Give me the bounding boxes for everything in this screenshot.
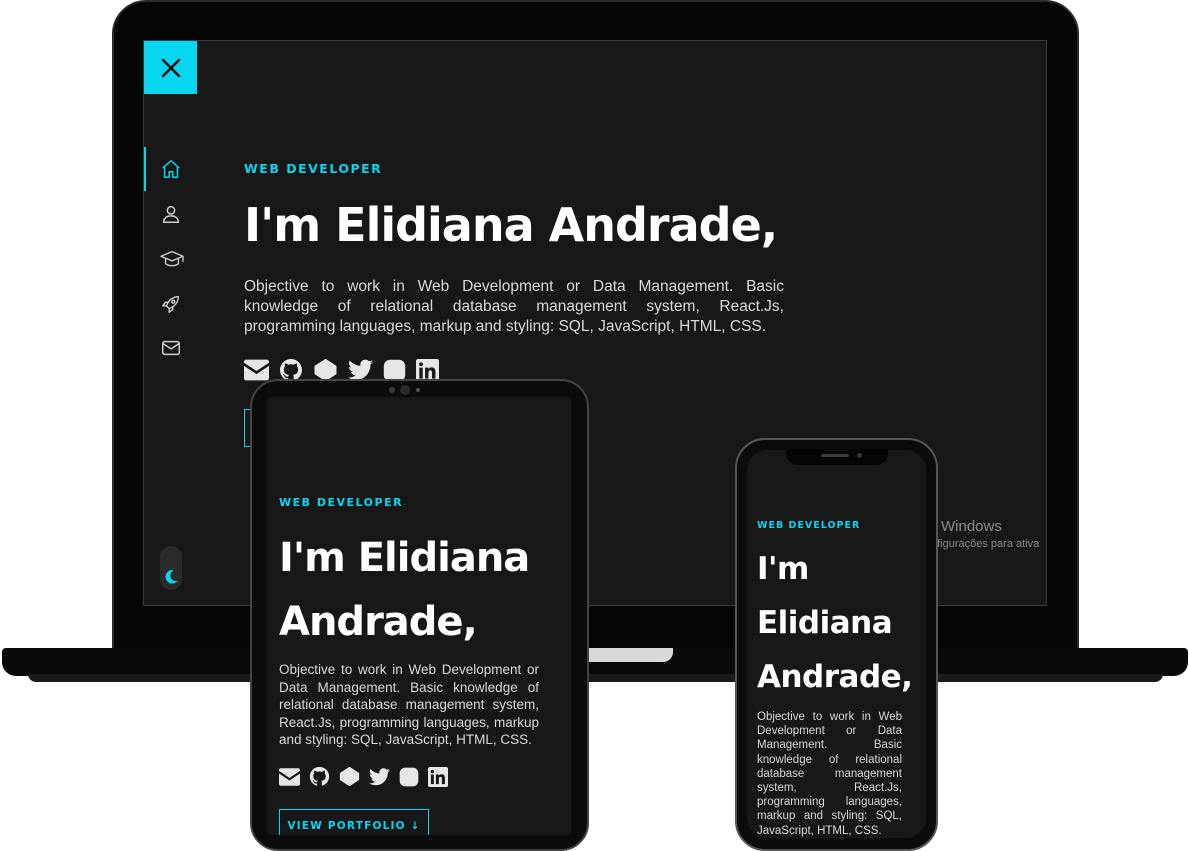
rocket-icon bbox=[162, 295, 180, 313]
nav-projects[interactable] bbox=[160, 293, 182, 315]
nav-education[interactable] bbox=[160, 248, 184, 270]
hero-heading-line-1: I'm Elidiana bbox=[279, 535, 530, 581]
nav-contact[interactable] bbox=[160, 337, 182, 359]
close-menu-button[interactable] bbox=[144, 41, 197, 94]
instagram-icon[interactable] bbox=[399, 767, 419, 787]
tablet-light bbox=[416, 388, 420, 392]
hero-heading-line-2: Elidiana bbox=[757, 605, 893, 641]
envelope-icon[interactable] bbox=[279, 767, 300, 786]
view-portfolio-button[interactable]: VIEW PORTFOLIO ↓ bbox=[279, 809, 429, 835]
phone-speaker bbox=[821, 454, 849, 457]
nav-home[interactable] bbox=[160, 158, 182, 180]
envelope-icon[interactable] bbox=[244, 359, 269, 381]
hero-heading: I'm Elidiana Andrade, bbox=[757, 542, 913, 704]
twitter-icon[interactable] bbox=[348, 359, 373, 381]
phone-camera bbox=[857, 453, 862, 458]
user-icon bbox=[162, 205, 180, 223]
social-links bbox=[279, 766, 448, 787]
tablet-camera bbox=[400, 385, 410, 395]
twitter-icon[interactable] bbox=[369, 767, 390, 786]
hero-heading-line-2: Andrade, bbox=[279, 599, 478, 645]
nav-active-indicator bbox=[144, 147, 146, 191]
hero-description: Objective to work in Web Development or … bbox=[244, 278, 784, 335]
role-subtitle: WEB DEVELOPER bbox=[244, 161, 383, 176]
hero-heading: I'm Elidiana Andrade, bbox=[244, 198, 778, 252]
windows-activation-title: Windows bbox=[941, 518, 1002, 535]
tablet-sensor bbox=[389, 387, 395, 393]
codepen-icon[interactable] bbox=[339, 766, 360, 787]
theme-toggle[interactable] bbox=[160, 546, 182, 590]
laptop-base-bottom bbox=[28, 674, 1163, 682]
hero-heading: I'm Elidiana Andrade, bbox=[279, 526, 530, 654]
tablet-screen: WEB DEVELOPER I'm Elidiana Andrade, Obje… bbox=[267, 397, 571, 835]
home-icon bbox=[162, 160, 180, 178]
github-icon[interactable] bbox=[309, 766, 330, 787]
hero-description: Objective to work in Web Development or … bbox=[279, 662, 539, 747]
role-subtitle: WEB DEVELOPER bbox=[757, 520, 861, 531]
hero-heading-line-1: I'm bbox=[757, 551, 809, 587]
close-icon bbox=[161, 58, 180, 77]
linkedin-icon[interactable] bbox=[428, 766, 448, 787]
envelope-icon bbox=[162, 340, 180, 356]
role-subtitle: WEB DEVELOPER bbox=[279, 496, 404, 509]
phone-notch bbox=[786, 449, 888, 465]
graduation-cap-icon bbox=[160, 250, 184, 267]
windows-activation-subtitle: nfigurações para ativa bbox=[931, 538, 1040, 550]
nav-about[interactable] bbox=[160, 203, 182, 225]
phone-screen: WEB DEVELOPER I'm Elidiana Andrade, Obje… bbox=[747, 450, 926, 838]
hero-heading-line-3: Andrade, bbox=[757, 659, 913, 695]
moon-icon bbox=[165, 570, 178, 584]
hero-description: Objective to work in Web Development or … bbox=[757, 711, 902, 837]
